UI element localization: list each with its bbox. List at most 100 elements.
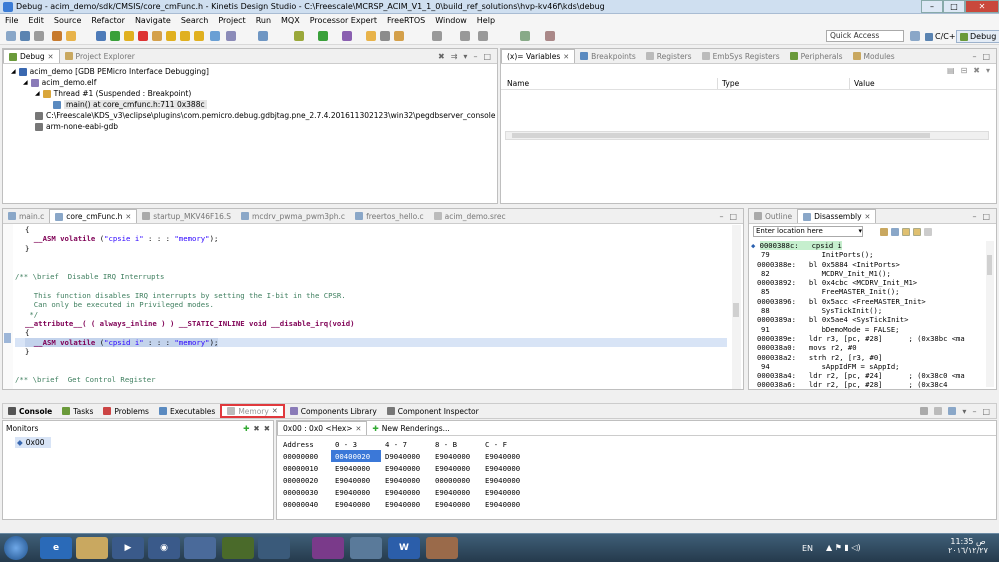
menu-source[interactable]: Source xyxy=(49,16,86,25)
tab-core-cmfunc[interactable]: core_cmFunc.h ✕ xyxy=(49,209,138,223)
column-name[interactable]: Name xyxy=(501,78,718,89)
app-icon[interactable] xyxy=(350,537,382,559)
back-icon[interactable] xyxy=(460,31,470,41)
profile-icon[interactable] xyxy=(342,31,352,41)
maximize-button[interactable]: □ xyxy=(943,0,965,13)
tab-startup[interactable]: startup_MKV46F16.S xyxy=(137,209,236,223)
column-value[interactable]: Value xyxy=(850,78,875,89)
menu-window[interactable]: Window xyxy=(430,16,472,25)
tray-icons[interactable]: ▲ ⚑ ▮ ◁) xyxy=(826,543,861,552)
tab-modules[interactable]: Modules xyxy=(848,49,900,63)
link-icon[interactable] xyxy=(891,227,899,236)
memory-cell[interactable]: E9040000 xyxy=(431,498,481,510)
memory-cell[interactable]: E9040000 xyxy=(481,462,531,474)
memory-cell[interactable]: E9040000 xyxy=(481,450,531,462)
memory-cell[interactable]: D9040000 xyxy=(381,450,431,462)
remove-icon[interactable]: ✖ xyxy=(973,66,980,76)
tree-item-gdbserver[interactable]: C:\Freescale\KDS_v3\eclipse\plugins\com.… xyxy=(7,110,495,121)
memory-cell[interactable]: E9040000 xyxy=(431,450,481,462)
column-type[interactable]: Type xyxy=(718,78,850,89)
quick-access-input[interactable]: Quick Access xyxy=(826,30,904,42)
memory-cell[interactable]: E9040000 xyxy=(381,462,431,474)
minimize-view-icon[interactable]: – xyxy=(473,52,477,61)
tab-component-inspector[interactable]: Component Inspector xyxy=(382,404,484,418)
show-type-icon[interactable]: ▤ xyxy=(947,66,955,76)
close-icon[interactable]: ✕ xyxy=(563,53,569,61)
menu-file[interactable]: File xyxy=(0,16,23,25)
open-type-icon[interactable] xyxy=(380,31,390,41)
tab-disassembly[interactable]: Disassembly ✕ xyxy=(797,209,877,223)
memory-cell[interactable]: E9040000 xyxy=(381,486,431,498)
tab-debug[interactable]: Debug ✕ xyxy=(3,49,60,63)
refresh-icon[interactable] xyxy=(924,227,932,236)
next-annotation-icon[interactable] xyxy=(432,31,442,41)
maximize-view-icon[interactable]: □ xyxy=(982,212,990,221)
dropdown-arrow-icon[interactable]: ▾ xyxy=(858,227,862,236)
terminate-icon[interactable] xyxy=(138,31,148,41)
disconnect-icon[interactable] xyxy=(152,31,162,41)
tab-components-library[interactable]: Components Library xyxy=(285,404,382,418)
tab-hex-rendering[interactable]: 0x00 : 0x0 <Hex> ✕ xyxy=(277,421,368,435)
instruction-step-icon[interactable] xyxy=(210,31,220,41)
tree-item-elf[interactable]: ◢ acim_demo.elf xyxy=(7,77,493,88)
view-menu-icon[interactable]: ▾ xyxy=(986,66,990,76)
menu-run[interactable]: Run xyxy=(251,16,276,25)
minimize-view-icon[interactable]: – xyxy=(972,212,976,221)
maximize-view-icon[interactable]: □ xyxy=(729,212,737,221)
code-view[interactable]: { __ASM volatile ("cpsie i" : : : "memor… xyxy=(15,225,727,385)
tab-problems[interactable]: Problems xyxy=(98,404,154,418)
minimize-view-icon[interactable]: – xyxy=(972,52,976,61)
view-menu-icon[interactable]: ▾ xyxy=(463,52,467,61)
tab-executables[interactable]: Executables xyxy=(154,404,220,418)
tab-embsys-registers[interactable]: EmbSys Registers xyxy=(697,49,785,63)
vertical-scrollbar[interactable] xyxy=(732,225,741,389)
maximize-view-icon[interactable]: □ xyxy=(982,52,990,61)
tab-breakpoints[interactable]: Breakpoints xyxy=(575,49,641,63)
tab-memory[interactable]: Memory ✕ xyxy=(220,404,285,418)
location-input[interactable]: Enter location here ▾ xyxy=(753,226,863,237)
memory-cell[interactable]: E9040000 xyxy=(331,486,381,498)
minimize-button[interactable]: – xyxy=(921,0,943,13)
tab-mcdrv[interactable]: mcdrv_pwma_pwm3ph.c xyxy=(236,209,350,223)
tab-new-renderings[interactable]: ✚ New Renderings... xyxy=(367,421,454,435)
explorer-icon[interactable] xyxy=(76,537,108,559)
scrollbar-thumb[interactable] xyxy=(512,133,930,138)
tab-variables[interactable]: (x)= Variables ✕ xyxy=(501,49,576,63)
menu-help[interactable]: Help xyxy=(472,16,500,25)
scrollbar-thumb[interactable] xyxy=(733,303,739,317)
new-memory-view-icon[interactable] xyxy=(920,407,929,415)
maximize-view-icon[interactable]: □ xyxy=(982,407,990,416)
horizontal-scrollbar[interactable] xyxy=(505,131,989,140)
open-folder-icon[interactable] xyxy=(366,31,376,41)
add-monitor-icon[interactable]: ✚ xyxy=(243,424,249,433)
tree-item-frame[interactable]: main() at core_cmfunc.h:711 0x388c xyxy=(7,99,493,110)
tab-project-explorer[interactable]: Project Explorer xyxy=(60,49,140,63)
forward-icon[interactable] xyxy=(478,31,488,41)
toggle-split-icon[interactable] xyxy=(948,407,957,415)
pin-icon[interactable] xyxy=(520,31,530,41)
memory-cell[interactable]: E9040000 xyxy=(431,486,481,498)
memory-cell[interactable]: E9040000 xyxy=(331,474,381,486)
chrome-icon[interactable]: ◉ xyxy=(148,537,180,559)
remove-monitor-icon[interactable]: ✖ xyxy=(253,424,259,433)
tree-item-launch[interactable]: ◢ acim_demo [GDB PEMicro Interface Debugg… xyxy=(7,66,493,77)
memory-cell[interactable]: E9040000 xyxy=(331,462,381,474)
tree-item-thread[interactable]: ◢ Thread #1 (Suspended : Breakpoint) xyxy=(7,88,493,99)
show-symbols-icon[interactable] xyxy=(913,227,921,236)
view-menu-icon[interactable]: ▾ xyxy=(962,407,966,416)
step-over-icon[interactable] xyxy=(180,31,190,41)
connect-icon[interactable]: ⇉ xyxy=(451,52,458,61)
tree-item-gdb[interactable]: arm-none-eabi-gdb xyxy=(7,121,493,132)
minimize-view-icon[interactable]: – xyxy=(972,407,976,416)
suspend-icon[interactable] xyxy=(124,31,134,41)
tab-tasks[interactable]: Tasks xyxy=(57,404,98,418)
menu-processor-expert[interactable]: Processor Expert xyxy=(305,16,382,25)
new-icon[interactable] xyxy=(6,31,16,41)
memory-cell[interactable]: E9040000 xyxy=(481,498,531,510)
clock[interactable]: 11:35 ص ٢٠١٦/١٢/٢٧ xyxy=(938,537,998,555)
debug-config-icon[interactable] xyxy=(294,31,304,41)
app-icon[interactable] xyxy=(184,537,216,559)
memory-cell[interactable]: E9040000 xyxy=(331,498,381,510)
memory-cell[interactable]: E9040000 xyxy=(381,498,431,510)
memory-table[interactable]: Address 0 - 3 4 - 7 8 - B C - F 00000000… xyxy=(277,436,996,512)
